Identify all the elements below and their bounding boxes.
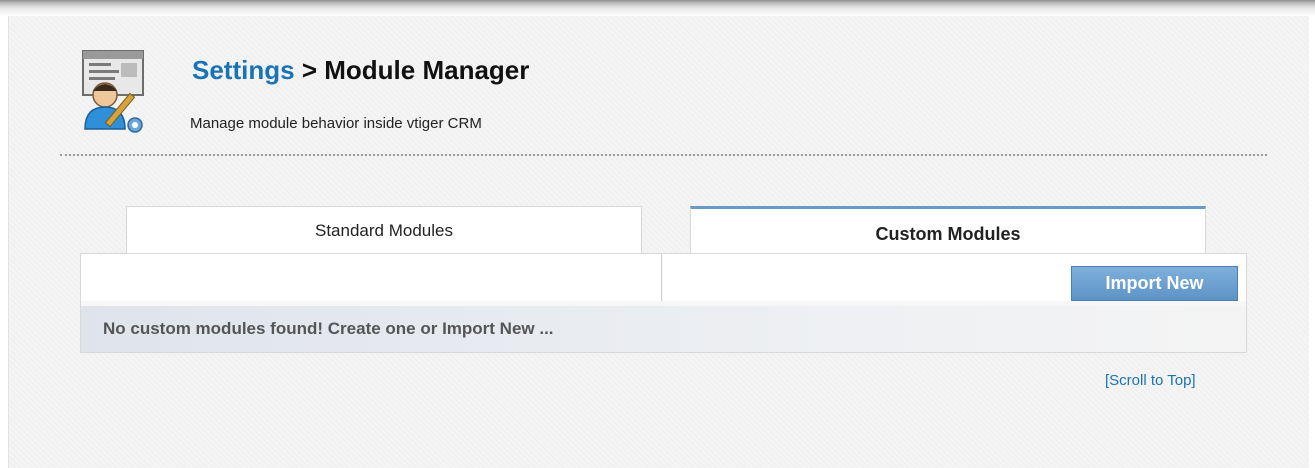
page-title: Settings > Module Manager — [192, 55, 529, 86]
header-divider — [60, 154, 1267, 156]
tab-custom-modules[interactable]: Custom Modules — [690, 206, 1206, 254]
window-top-shadow — [0, 0, 1315, 16]
empty-message-row: No custom modules found! Create one or I… — [81, 306, 1246, 352]
tab-label: Standard Modules — [315, 220, 453, 240]
settings-tools-icon — [82, 50, 144, 133]
page-title-text: Module Manager — [324, 55, 530, 85]
scroll-to-top-link[interactable]: [Scroll to Top] — [1105, 372, 1196, 389]
tab-standard-modules[interactable]: Standard Modules — [126, 206, 642, 254]
tab-label: Custom Modules — [875, 224, 1021, 244]
empty-state-message: No custom modules found! Create one or I… — [103, 319, 554, 338]
breadcrumb-settings-link[interactable]: Settings — [192, 55, 295, 85]
import-new-button[interactable]: Import New — [1071, 266, 1238, 301]
page-subtitle: Manage module behavior inside vtiger CRM — [190, 115, 482, 132]
custom-modules-panel: Import New No custom modules found! Crea… — [80, 253, 1247, 353]
panel-toolbar-left — [81, 254, 662, 301]
panel-toolbar-right: Import New — [663, 254, 1246, 301]
breadcrumb-separator: > — [301, 55, 317, 85]
